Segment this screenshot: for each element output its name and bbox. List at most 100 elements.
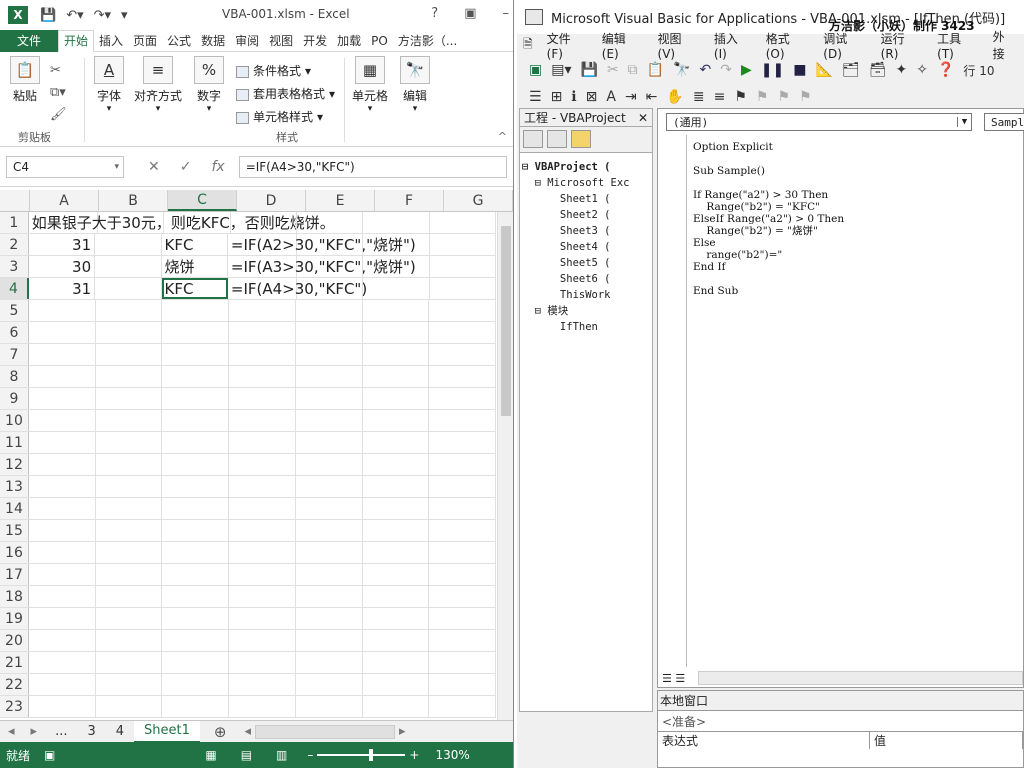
cell-a23[interactable] — [29, 696, 96, 717]
run-icon[interactable]: ▶ — [741, 62, 752, 78]
next-bookmark-icon[interactable]: ⚑ — [756, 89, 769, 105]
cell-g10[interactable] — [429, 410, 496, 431]
cell-g1[interactable] — [430, 212, 497, 233]
cell-g16[interactable] — [429, 542, 496, 563]
menu-insert[interactable]: 插入(I) — [706, 30, 758, 61]
cell-b8[interactable] — [96, 366, 163, 387]
cell-e8[interactable] — [296, 366, 363, 387]
object-browser-icon[interactable]: ✦ — [896, 62, 908, 78]
cell-a11[interactable] — [29, 432, 96, 453]
tab-file[interactable]: 文件 — [0, 29, 58, 52]
cell-b15[interactable] — [96, 520, 163, 541]
cell-c21[interactable] — [162, 652, 230, 673]
cell-e18[interactable] — [296, 586, 363, 607]
cell-a13[interactable] — [29, 476, 96, 497]
cell-f21[interactable] — [363, 652, 430, 673]
zoom-slider[interactable] — [317, 749, 406, 761]
cell-d16[interactable] — [229, 542, 296, 563]
cell-e21[interactable] — [296, 652, 363, 673]
cell-f4[interactable] — [363, 278, 430, 299]
minimize-icon[interactable]: – — [503, 6, 510, 21]
cell-a10[interactable] — [29, 410, 96, 431]
cell-b10[interactable] — [96, 410, 163, 431]
cell-e6[interactable] — [296, 322, 363, 343]
cell-b21[interactable] — [96, 652, 163, 673]
cell-g15[interactable] — [429, 520, 496, 541]
cell-d19[interactable] — [229, 608, 296, 629]
cell-b3[interactable] — [95, 256, 162, 277]
cell-c1[interactable] — [164, 212, 231, 233]
cell-f8[interactable] — [363, 366, 430, 387]
cell-e12[interactable] — [296, 454, 363, 475]
vertical-scrollbar[interactable] — [497, 212, 513, 720]
code-hscrollbar[interactable] — [698, 671, 1023, 685]
cell-b7[interactable] — [96, 344, 163, 365]
cell-d21[interactable] — [229, 652, 296, 673]
uncomment-block-icon[interactable]: ≡ — [714, 89, 726, 105]
cell-g19[interactable] — [429, 608, 496, 629]
menu-format[interactable]: 格式(O) — [758, 30, 816, 61]
cell-f11[interactable] — [363, 432, 430, 453]
cell-b6[interactable] — [96, 322, 163, 343]
row-header[interactable]: 20 — [0, 630, 29, 651]
menu-view[interactable]: 视图(V) — [650, 30, 706, 61]
cell-d20[interactable] — [229, 630, 296, 651]
col-header-d[interactable]: D — [237, 190, 306, 211]
tree-item[interactable]: Sheet2 ( — [522, 207, 650, 223]
cell-e15[interactable] — [296, 520, 363, 541]
cell-e10[interactable] — [296, 410, 363, 431]
cell-c13[interactable] — [162, 476, 230, 497]
cell-d6[interactable] — [229, 322, 296, 343]
cell-a15[interactable] — [29, 520, 96, 541]
cell-d15[interactable] — [229, 520, 296, 541]
cell-a12[interactable] — [29, 454, 96, 475]
row-header[interactable]: 6 — [0, 322, 29, 343]
name-box[interactable]: C4 ▾ — [6, 155, 124, 178]
row-header[interactable]: 2 — [0, 234, 29, 255]
tab-insert[interactable]: 插入 — [94, 32, 128, 49]
cell-e9[interactable] — [296, 388, 363, 409]
cell-b22[interactable] — [96, 674, 163, 695]
cell-d5[interactable] — [229, 300, 296, 321]
cell-f18[interactable] — [363, 586, 430, 607]
insert-userform-icon[interactable]: ▤▾ — [551, 62, 571, 78]
cell-d13[interactable] — [229, 476, 296, 497]
design-mode-icon[interactable]: 📐 — [816, 62, 833, 78]
cell-c8[interactable] — [162, 366, 230, 387]
col-header-g[interactable]: G — [444, 190, 513, 211]
cells-button[interactable]: ▦ 单元格 ▾ — [352, 56, 388, 114]
cell-c11[interactable] — [162, 432, 230, 453]
row-header[interactable]: 8 — [0, 366, 29, 387]
close-project-icon[interactable]: ✕ — [638, 111, 648, 125]
row-header[interactable]: 15 — [0, 520, 29, 541]
row-header[interactable]: 18 — [0, 586, 29, 607]
macro-record-icon[interactable]: ▣ — [44, 748, 55, 762]
cell-e22[interactable] — [296, 674, 363, 695]
cell-d10[interactable] — [229, 410, 296, 431]
cell-b12[interactable] — [96, 454, 163, 475]
save-icon[interactable]: 💾 — [40, 8, 56, 23]
cell-e16[interactable] — [296, 542, 363, 563]
outdent-icon[interactable]: ⇤ — [646, 89, 658, 105]
procedure-view-icon[interactable]: ☰ ☰ — [662, 672, 685, 685]
cell-g4[interactable] — [430, 278, 496, 299]
tree-item[interactable]: ⊟ 模块 — [522, 303, 650, 319]
col-header-e[interactable]: E — [306, 190, 375, 211]
toggle-breakpoint-icon[interactable]: ✋ — [666, 89, 683, 105]
cell-b23[interactable] — [96, 696, 163, 717]
cell-b13[interactable] — [96, 476, 163, 497]
cell-g12[interactable] — [429, 454, 496, 475]
cell-f12[interactable] — [363, 454, 430, 475]
row-header[interactable]: 3 — [0, 256, 29, 277]
normal-view-icon[interactable]: ▦ — [205, 748, 216, 762]
cell-d8[interactable] — [229, 366, 296, 387]
cell-b20[interactable] — [96, 630, 163, 651]
tab-user[interactable]: 方洁影（... — [393, 32, 462, 49]
cell-f9[interactable] — [363, 388, 430, 409]
sheet-tab-sheet1[interactable]: Sheet1 — [134, 720, 200, 743]
cell-g20[interactable] — [429, 630, 496, 651]
row-header[interactable]: 21 — [0, 652, 29, 673]
row-header[interactable]: 7 — [0, 344, 29, 365]
select-all-corner[interactable] — [0, 190, 30, 211]
cell-e23[interactable] — [296, 696, 363, 717]
